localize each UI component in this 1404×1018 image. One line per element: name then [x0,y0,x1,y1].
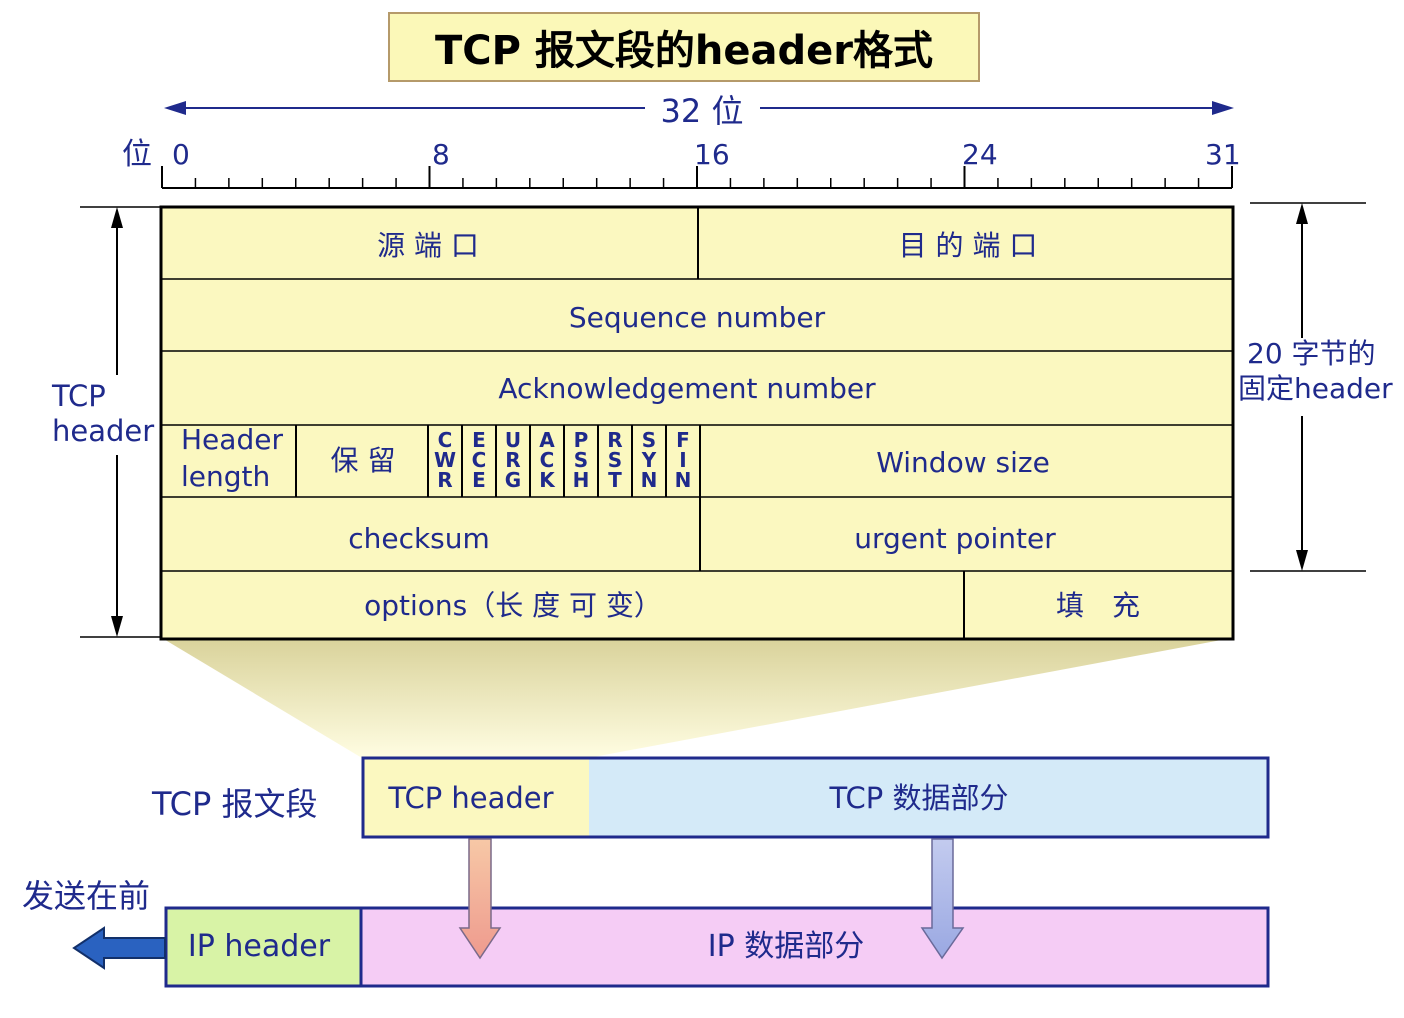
fixed-header-label-line1: 20 字节的 [1247,337,1376,370]
ip-data-label: IP 数据部分 [707,929,865,964]
flag-rst: RST [607,428,623,492]
field-sequence-number: Sequence number [568,301,826,334]
flag-psh: PSH [572,428,590,492]
tcp-header-label-line1: TCP [52,379,106,413]
tick-label-8: 8 [432,138,450,171]
field-options: options（长 度 可 变） [364,589,662,622]
span-label: 32 位 [652,95,752,127]
field-header-length-line1: Header [181,423,283,456]
tick-label-24: 24 [962,138,998,171]
flag-syn: SYN [640,428,658,492]
tick-label-31: 31 [1205,138,1241,171]
field-padding: 填 充 [1055,589,1141,622]
ip-header-label: IP header [187,929,331,964]
flag-urg: URG [504,428,522,492]
field-destination-port: 目 的 端 口 [898,229,1038,262]
field-checksum: checksum [348,522,490,555]
expansion-funnel [162,638,1232,758]
tick-label-0: 0 [172,138,190,171]
field-ack-number: Acknowledgement number [498,372,876,405]
field-urgent-pointer: urgent pointer [854,522,1056,555]
field-reserved: 保 留 [330,444,396,477]
flag-ack: ACK [539,428,555,492]
flag-fin: FIN [674,428,692,492]
field-source-port: 源 端 口 [377,229,479,262]
flag-cwr: CWR [433,428,457,492]
tcp-segment-header: TCP header [388,781,554,815]
tick-label-16: 16 [694,138,730,171]
fixed-header-label-line2: 固定header [1238,372,1393,405]
bit-label: 位 [122,137,152,172]
field-header-length-line2: length [181,460,271,493]
flag-ece: ECE [471,428,487,492]
send-first-label: 发送在前 [22,877,151,915]
header-table [159,205,1235,641]
send-first-arrow [72,926,166,970]
tcp-header-diagram: TCP 报文段的header格式 32 位 位 0 8 16 24 31 源 端… [0,0,1404,1018]
field-window-size: Window size [876,446,1050,479]
tcp-segment-label: TCP 报文段 [152,785,318,823]
tcp-header-label-line2: header [52,414,155,448]
tcp-segment-data: TCP 数据部分 [829,781,1009,815]
